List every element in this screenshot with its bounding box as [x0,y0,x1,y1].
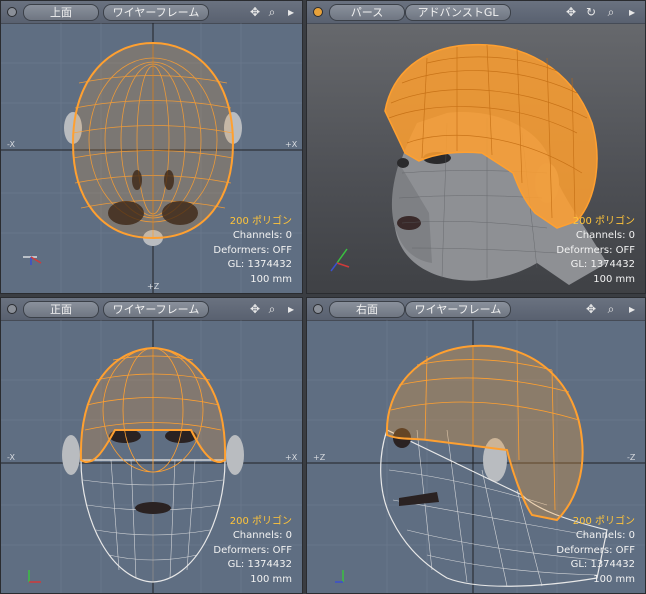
gl-readout: GL: 1374432 [570,559,635,570]
axis-gizmo [28,570,41,583]
polygon-count: 200 ポリゴン [229,515,292,527]
move-icon[interactable]: ✥ [584,302,598,316]
deformers-readout: Deformers: OFF [213,544,292,556]
gl-readout: GL: 1374432 [227,259,292,270]
polygon-count: 200 ポリゴン [229,215,292,227]
expand-arrow-icon[interactable]: ▸ [284,302,298,316]
expand-arrow-icon[interactable]: ▸ [625,5,639,19]
ear-left [62,435,80,475]
shading-mode-button[interactable]: アドバンストGL [405,4,511,21]
zoom-icon[interactable]: ⌕ [604,302,618,316]
expand-arrow-icon[interactable]: ▸ [625,302,639,316]
viewport-front[interactable]: 正面 ワイヤーフレーム ✥ ⌕ ▸ -X +X 200 ポリゴン Channel… [0,297,303,594]
axis-label-left: -X [7,453,15,462]
hair-mesh-front [79,346,227,473]
view-type-button[interactable]: 右面 [329,301,405,318]
view-type-button[interactable]: パース [329,4,405,21]
axis-gizmo [23,256,42,265]
viewport-top[interactable]: 上面 ワイヤーフレーム ✥ ⌕ ▸ -X +X +Z 200 ポリゴン Chan… [0,0,303,294]
viewport-info: 200 ポリゴン Channels: 0 Deformers: OFF GL: … [213,215,292,288]
viewport-header: 右面 ワイヤーフレーム ✥ ⌕ ▸ [307,298,645,321]
viewport-header: パース アドバンストGL ✥ ↻ ⌕ ▸ [307,1,645,24]
viewport-info: 200 ポリゴン Channels: 0 Deformers: OFF GL: … [556,215,635,288]
rotate-icon[interactable]: ↻ [584,5,598,19]
channels-readout: Channels: 0 [575,230,635,241]
grid-scale-readout: 100 mm [593,273,635,285]
axis-gizmo [335,570,344,583]
ear-right [226,435,244,475]
viewport-header: 上面 ワイヤーフレーム ✥ ⌕ ▸ [1,1,302,24]
zoom-icon[interactable]: ⌕ [265,302,279,316]
move-icon[interactable]: ✥ [248,302,262,316]
shading-mode-button[interactable]: ワイヤーフレーム [103,301,209,318]
viewport-pin-icon[interactable] [313,7,323,17]
channels-readout: Channels: 0 [232,530,292,541]
viewport-info: 200 ポリゴン Channels: 0 Deformers: OFF GL: … [213,515,292,588]
move-icon[interactable]: ✥ [248,5,262,19]
viewport-perspective[interactable]: パース アドバンストGL ✥ ↻ ⌕ ▸ 200 ポリゴン Channels: … [306,0,646,294]
viewport-pin-icon[interactable] [7,7,17,17]
expand-arrow-icon[interactable]: ▸ [284,5,298,19]
axis-label-right: -Z [627,453,636,462]
grid-scale-readout: 100 mm [250,273,292,285]
axis-label-left: +Z [313,453,326,462]
axis-label-right: +X [285,140,298,149]
viewport-right[interactable]: 右面 ワイヤーフレーム ✥ ⌕ ▸ +Z -Z 200 ポリゴン Channel… [306,297,646,594]
channels-readout: Channels: 0 [232,230,292,241]
viewport-header: 正面 ワイヤーフレーム ✥ ⌕ ▸ [1,298,302,321]
deformers-readout: Deformers: OFF [213,244,292,256]
deformers-readout: Deformers: OFF [556,544,635,556]
viewport-pin-icon[interactable] [313,304,323,314]
view-type-button[interactable]: 正面 [23,301,99,318]
view-type-button[interactable]: 上面 [23,4,99,21]
axis-label-bottom: +Z [147,282,160,291]
zoom-icon[interactable]: ⌕ [604,5,618,19]
axis-label-right: +X [285,453,298,462]
gl-readout: GL: 1374432 [227,559,292,570]
polygon-count: 200 ポリゴン [572,215,635,227]
deformers-readout: Deformers: OFF [556,244,635,256]
hair-mesh-side [385,344,584,522]
grid-scale-readout: 100 mm [593,573,635,585]
grid-scale-readout: 100 mm [250,573,292,585]
shading-mode-button[interactable]: ワイヤーフレーム [103,4,209,21]
zoom-icon[interactable]: ⌕ [265,5,279,19]
channels-readout: Channels: 0 [575,530,635,541]
viewport-info: 200 ポリゴン Channels: 0 Deformers: OFF GL: … [556,515,635,588]
head-mesh-top [71,41,235,240]
viewport-grid: 上面 ワイヤーフレーム ✥ ⌕ ▸ -X +X +Z 200 ポリゴン Chan… [0,0,646,594]
gl-readout: GL: 1374432 [570,259,635,270]
polygon-count: 200 ポリゴン [572,515,635,527]
move-icon[interactable]: ✥ [564,5,578,19]
axis-gizmo [330,248,350,272]
viewport-pin-icon[interactable] [7,304,17,314]
shading-mode-button[interactable]: ワイヤーフレーム [405,301,511,318]
axis-label-left: -X [7,140,15,149]
